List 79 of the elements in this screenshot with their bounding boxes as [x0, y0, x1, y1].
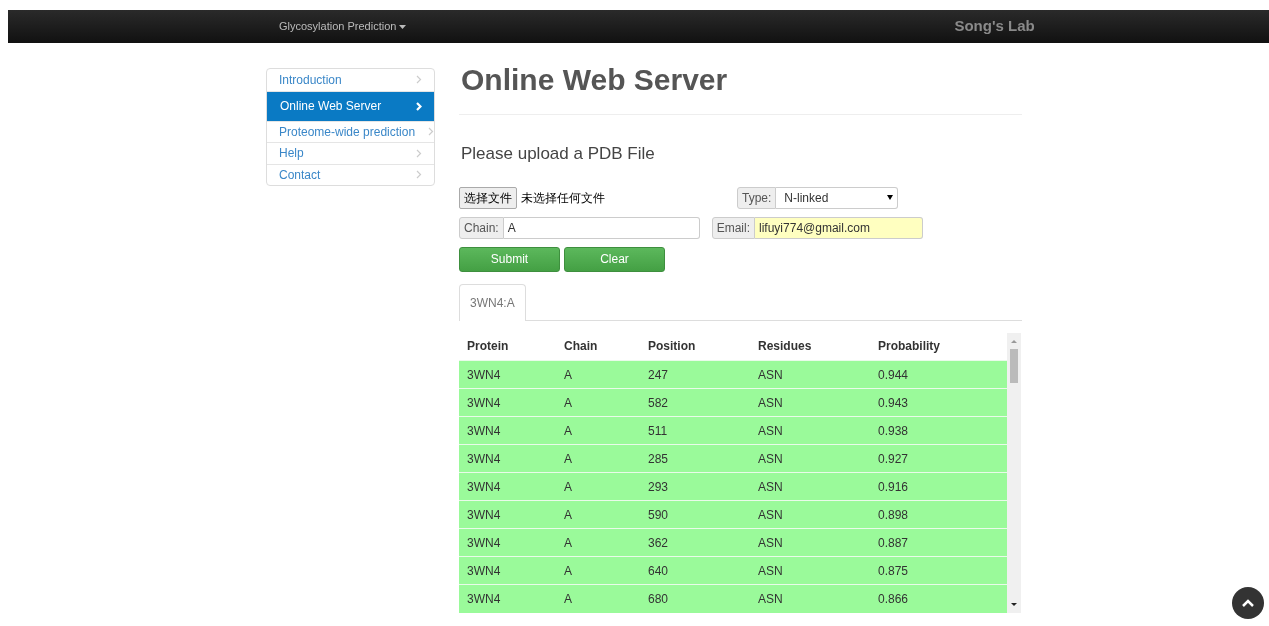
table-cell: A: [556, 472, 640, 501]
table-cell: 3WN4: [459, 472, 556, 501]
table-cell: 3WN4: [459, 360, 556, 389]
table-cell: 0.944: [870, 360, 1007, 389]
table-cell: 362: [640, 528, 750, 557]
chevron-icon: [416, 148, 422, 158]
table-cell: 3WN4: [459, 584, 556, 613]
table-cell: A: [556, 416, 640, 445]
table-cell: 582: [640, 388, 750, 417]
table-cell: 0.898: [870, 500, 1007, 529]
section-heading: Please upload a PDB File: [461, 143, 656, 165]
table-cell: ASN: [750, 360, 870, 389]
table-cell: A: [556, 444, 640, 473]
table-cell: ASN: [750, 584, 870, 613]
sidebar-item[interactable]: Help: [267, 142, 434, 164]
table-cell: ASN: [750, 472, 870, 501]
type-select[interactable]: N-linked: [776, 186, 899, 209]
table-cell: A: [556, 584, 640, 613]
email-input[interactable]: lifuyi774@gmail.com: [755, 216, 924, 239]
chain-label: Chain:: [459, 216, 504, 239]
table-cell: 285: [640, 444, 750, 473]
caret-icon: [887, 195, 894, 200]
table-cell: 0.887: [870, 528, 1007, 557]
column-header: Position: [640, 332, 750, 361]
table-cell: ASN: [750, 528, 870, 557]
table-cell: 3WN4: [459, 556, 556, 585]
table-cell: 0.943: [870, 388, 1007, 417]
table-cell: ASN: [750, 444, 870, 473]
sidebar-item[interactable]: Introduction: [267, 69, 434, 91]
chain-input[interactable]: A: [503, 216, 700, 239]
table-cell: ASN: [750, 500, 870, 529]
table-cell: A: [556, 528, 640, 557]
table-cell: 293: [640, 472, 750, 501]
table-cell: 247: [640, 360, 750, 389]
table-cell: 590: [640, 500, 750, 529]
form-button[interactable]: Submit: [459, 246, 560, 272]
scroll-to-top-button[interactable]: [1232, 587, 1264, 619]
table-cell: 0.866: [870, 584, 1007, 613]
table-cell: ASN: [750, 388, 870, 417]
table-cell: 680: [640, 584, 750, 613]
result-tab[interactable]: 3WN4:A: [459, 283, 526, 321]
chevron-icon: [428, 127, 434, 137]
column-header: Residues: [750, 332, 870, 361]
table-cell: 0.875: [870, 556, 1007, 585]
table-cell: 511: [640, 416, 750, 445]
chevron-icon: [416, 75, 422, 85]
email-label: Email:: [711, 216, 756, 239]
site-brand: Song's Lab: [954, 16, 1035, 37]
type-label: Type:: [737, 186, 777, 209]
sidebar-item[interactable]: Online Web Server: [267, 90, 434, 121]
table-cell: 0.938: [870, 416, 1007, 445]
table-cell: 640: [640, 556, 750, 585]
sidebar-item[interactable]: Contact: [267, 163, 434, 185]
page-title: Online Web Server: [461, 62, 729, 98]
caret-icon: [399, 25, 407, 30]
dropdown-menu[interactable]: Glycosylation Prediction: [279, 18, 407, 35]
choose-file-button[interactable]: 选择文件: [459, 186, 517, 209]
scrollbar[interactable]: [1007, 332, 1021, 613]
table-cell: 3WN4: [459, 416, 556, 445]
table-cell: A: [556, 556, 640, 585]
column-header: Probability: [870, 332, 1007, 361]
sidebar-item[interactable]: Proteome-wide prediction: [267, 120, 434, 142]
table-cell: A: [556, 360, 640, 389]
table-cell: 3WN4: [459, 388, 556, 417]
form-button[interactable]: Clear: [564, 246, 665, 272]
column-header: Protein: [459, 332, 556, 361]
table-cell: A: [556, 388, 640, 417]
table-cell: A: [556, 500, 640, 529]
table-cell: ASN: [750, 556, 870, 585]
table-cell: 0.927: [870, 444, 1007, 473]
chevron-icon: [416, 101, 422, 111]
column-header: Chain: [556, 332, 640, 361]
table-cell: 3WN4: [459, 528, 556, 557]
table-cell: 3WN4: [459, 444, 556, 473]
table-cell: 3WN4: [459, 500, 556, 529]
chevron-icon: [416, 170, 422, 180]
table-cell: 0.916: [870, 472, 1007, 501]
file-status: 未选择任何文件: [521, 189, 606, 207]
table-cell: ASN: [750, 416, 870, 445]
